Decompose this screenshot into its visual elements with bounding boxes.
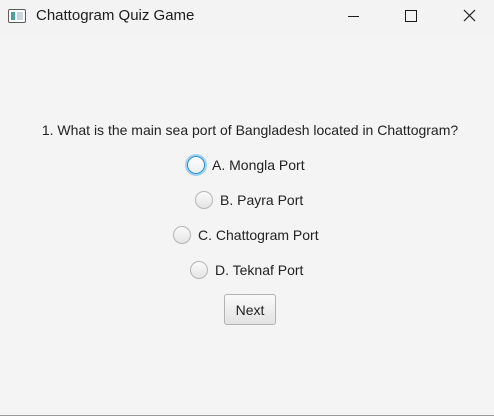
radio-circle-icon[interactable] [190, 261, 208, 279]
question-text: 1. What is the main sea port of Banglade… [41, 122, 459, 138]
option-a-label: A. Mongla Port [212, 157, 305, 173]
radio-circle-icon[interactable] [173, 226, 191, 244]
next-button[interactable]: Next [224, 294, 276, 325]
option-b-radio[interactable]: B. Payra Port [195, 189, 303, 211]
close-icon [463, 9, 476, 22]
app-icon [8, 9, 26, 23]
option-d-radio[interactable]: D. Teknaf Port [190, 259, 303, 281]
option-c-label: C. Chattogram Port [198, 227, 319, 243]
option-b-label: B. Payra Port [220, 192, 304, 208]
option-c-radio[interactable]: C. Chattogram Port [173, 224, 319, 246]
minimize-icon [348, 16, 359, 17]
maximize-button[interactable] [387, 0, 433, 34]
option-d-label: D. Teknaf Port [215, 262, 304, 278]
title-bar[interactable]: Chattogram Quiz Game [0, 0, 494, 34]
window-title: Chattogram Quiz Game [36, 7, 195, 24]
close-button[interactable] [446, 0, 492, 34]
quiz-window: Chattogram Quiz Game 1. What is the main… [0, 0, 494, 416]
quiz-content: 1. What is the main sea port of Banglade… [0, 34, 494, 415]
radio-circle-icon[interactable] [195, 191, 213, 209]
radio-circle-icon[interactable] [187, 156, 205, 174]
maximize-icon [405, 10, 417, 22]
minimize-button[interactable] [330, 0, 376, 34]
option-a-radio[interactable]: A. Mongla Port [187, 154, 305, 176]
